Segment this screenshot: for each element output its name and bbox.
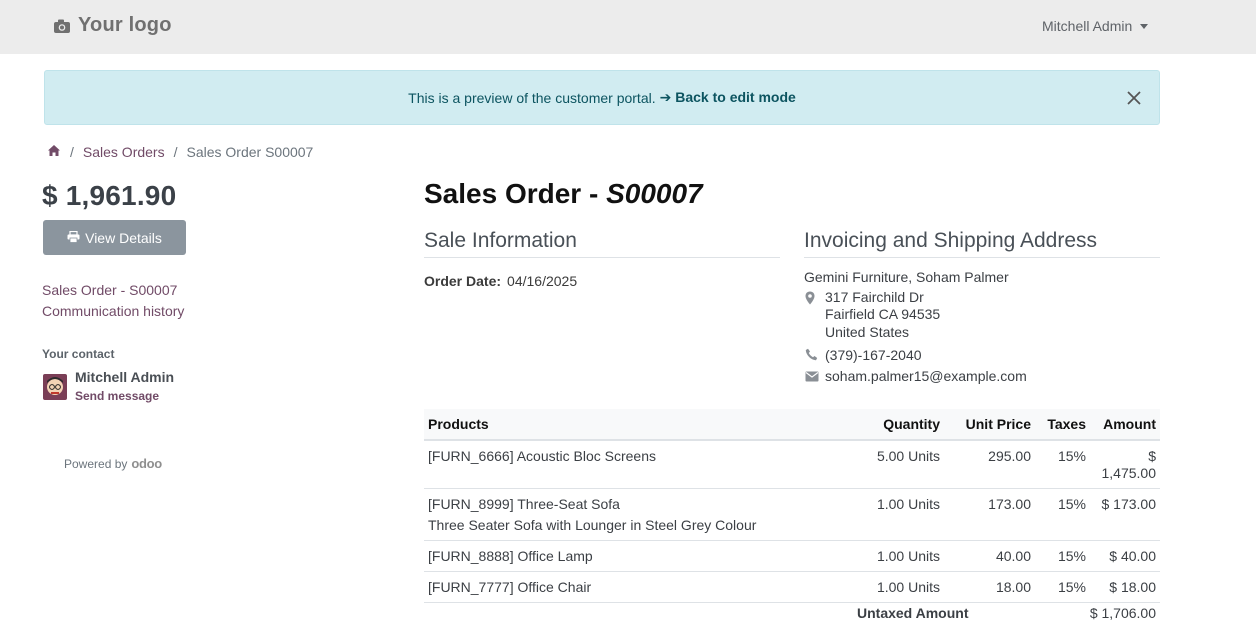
back-to-edit-link[interactable]: ➔ Back to edit mode <box>660 89 796 106</box>
order-date-label: Order Date: <box>424 273 502 289</box>
product-name: [FURN_8999] Three-Seat Sofa <box>428 496 620 512</box>
quantity-cell: 1.00 Units <box>844 488 944 541</box>
unit-price-cell: 18.00 <box>944 571 1035 603</box>
amount-cell: $ 40.00 <box>1090 540 1160 572</box>
phone-icon <box>805 348 819 362</box>
view-details-label: View Details <box>85 229 162 246</box>
taxes-cell: 15% <box>1035 440 1090 489</box>
unit-price-cell: 40.00 <box>944 540 1035 572</box>
avatar <box>43 374 67 400</box>
product-description: Three Seater Sofa with Lounger in Steel … <box>428 517 757 533</box>
column-header-amount: Amount <box>1090 409 1160 441</box>
powered-by-text: Powered by <box>64 456 128 471</box>
view-details-button[interactable]: View Details <box>43 220 186 255</box>
order-total-amount: $ 1,961.90 <box>42 180 177 211</box>
contact-title: Your contact <box>42 347 115 361</box>
taxes-cell: 15% <box>1035 488 1090 541</box>
send-message-link[interactable]: Send message <box>75 389 159 403</box>
logo-text: Your logo <box>78 14 172 36</box>
order-date: Order Date: 04/16/2025 <box>424 273 577 289</box>
column-header-unit-price: Unit Price <box>944 409 1035 441</box>
close-icon[interactable] <box>1125 89 1143 107</box>
address-country: United States <box>825 324 910 340</box>
quantity-cell: 1.00 Units <box>844 540 944 572</box>
customer-name: Gemini Furniture, Soham Palmer <box>804 269 1009 285</box>
address-heading: Invoicing and Shipping Address <box>804 229 1160 258</box>
table-row: [FURN_8999] Three-Seat Sofa Three Seater… <box>424 488 1160 541</box>
envelope-icon <box>805 369 819 383</box>
untaxed-amount-value: $ 1,706.00 <box>1089 605 1156 621</box>
address-city: Fairfield CA 94535 <box>825 306 941 322</box>
untaxed-amount-label: Untaxed Amount <box>857 605 969 621</box>
products-table: Products Quantity Unit Price Taxes Amoun… <box>424 409 1160 603</box>
sidebar-link-communication-history[interactable]: Communication history <box>42 303 184 319</box>
caret-down-icon <box>1140 24 1149 29</box>
title-prefix: Sales Order - <box>424 178 607 209</box>
product-cell: [FURN_7777] Office Chair <box>424 571 844 603</box>
breadcrumb-separator: / <box>70 144 74 160</box>
breadcrumb: / Sales Orders / Sales Order S00007 <box>47 144 313 160</box>
sale-information-heading: Sale Information <box>424 229 780 258</box>
address-phone: (379)-167-2040 <box>825 347 922 363</box>
sidebar-link-sales-order[interactable]: Sales Order - S00007 <box>42 282 177 298</box>
print-icon <box>67 230 80 246</box>
amount-cell: $ 173.00 <box>1090 488 1160 541</box>
quantity-cell: 1.00 Units <box>844 571 944 603</box>
column-header-products: Products <box>424 409 844 441</box>
quantity-cell: 5.00 Units <box>844 440 944 489</box>
powered-by: Powered by odoo <box>64 456 162 471</box>
title-order-ref: S00007 <box>606 178 703 209</box>
taxes-cell: 15% <box>1035 540 1090 572</box>
page-title: Sales Order - S00007 <box>424 178 703 210</box>
taxes-cell: 15% <box>1035 571 1090 603</box>
product-cell: [FURN_8999] Three-Seat Sofa Three Seater… <box>424 488 844 541</box>
breadcrumb-current: Sales Order S00007 <box>186 144 314 160</box>
breadcrumb-sales-orders[interactable]: Sales Orders <box>83 144 165 160</box>
address-email[interactable]: soham.palmer15@example.com <box>825 368 1027 384</box>
odoo-logo[interactable]: odoo <box>131 456 162 471</box>
user-menu-dropdown[interactable]: Mitchell Admin <box>1042 18 1149 34</box>
map-marker-icon <box>805 291 819 305</box>
camera-icon <box>53 18 71 34</box>
amount-cell: $ 18.00 <box>1090 571 1160 603</box>
home-icon[interactable] <box>47 144 61 160</box>
table-header-row: Products Quantity Unit Price Taxes Amoun… <box>424 409 1160 441</box>
top-navbar: Your logo Mitchell Admin <box>0 0 1256 54</box>
user-name: Mitchell Admin <box>1042 18 1133 34</box>
contact-name: Mitchell Admin <box>75 369 175 385</box>
address-street: 317 Fairchild Dr <box>825 289 924 305</box>
table-row: [FURN_7777] Office Chair 1.00 Units 18.0… <box>424 571 1160 603</box>
column-header-taxes: Taxes <box>1035 409 1090 441</box>
table-row: [FURN_6666] Acoustic Bloc Screens 5.00 U… <box>424 440 1160 489</box>
product-cell: [FURN_6666] Acoustic Bloc Screens <box>424 440 844 489</box>
amount-cell: $ 1,475.00 <box>1090 440 1160 489</box>
column-header-quantity: Quantity <box>844 409 944 441</box>
unit-price-cell: 295.00 <box>944 440 1035 489</box>
company-logo[interactable]: Your logo <box>53 14 172 37</box>
product-cell: [FURN_8888] Office Lamp <box>424 540 844 572</box>
breadcrumb-separator: / <box>173 144 178 160</box>
preview-alert: This is a preview of the customer portal… <box>44 70 1160 125</box>
unit-price-cell: 173.00 <box>944 488 1035 541</box>
table-row: [FURN_8888] Office Lamp 1.00 Units 40.00… <box>424 540 1160 572</box>
order-date-value: 04/16/2025 <box>507 273 578 289</box>
alert-message: This is a preview of the customer portal… <box>408 89 656 106</box>
